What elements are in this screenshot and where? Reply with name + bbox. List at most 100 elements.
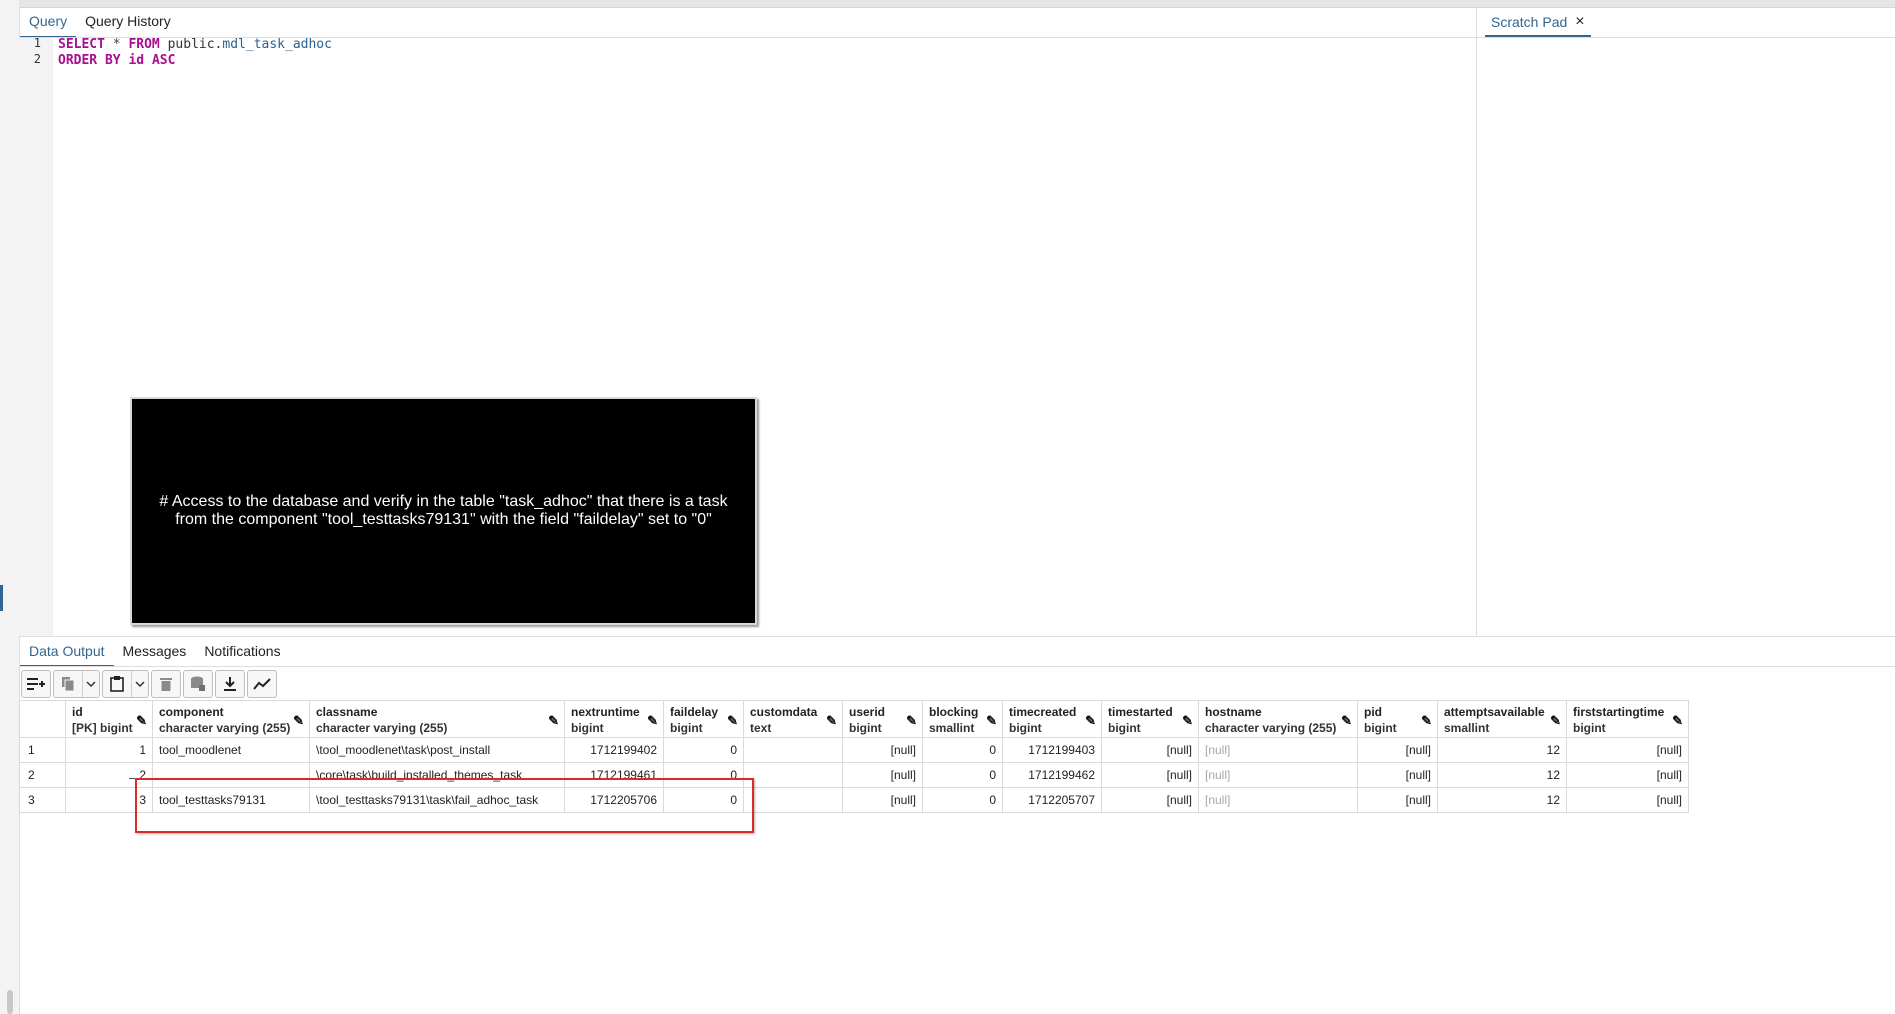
- table-cell[interactable]: [null]: [1198, 762, 1358, 788]
- table-cell[interactable]: [null]: [1357, 762, 1438, 788]
- column-header[interactable]: pid bigint ✎: [1357, 700, 1438, 738]
- table-cell[interactable]: 12: [1437, 787, 1567, 813]
- graph-icon[interactable]: [248, 671, 276, 697]
- table-cell[interactable]: 0: [922, 762, 1003, 788]
- column-header[interactable]: nextruntime bigint ✎: [564, 700, 664, 738]
- copy-group: [53, 670, 100, 698]
- table-cell[interactable]: [null]: [1101, 762, 1199, 788]
- delete-icon[interactable]: [152, 671, 180, 697]
- table-cell[interactable]: 0: [922, 737, 1003, 763]
- column-header[interactable]: timecreated bigint ✎: [1002, 700, 1102, 738]
- paste-group: [102, 670, 149, 698]
- edit-icon[interactable]: ✎: [548, 713, 559, 729]
- paste-icon[interactable]: [103, 671, 131, 697]
- edit-icon[interactable]: ✎: [1421, 713, 1432, 729]
- table-cell[interactable]: [null]: [1566, 737, 1689, 763]
- data-toolbar: [21, 670, 277, 698]
- table-cell[interactable]: [null]: [1198, 737, 1358, 763]
- table-cell[interactable]: [null]: [842, 762, 923, 788]
- column-type: bigint: [1573, 721, 1606, 735]
- table-cell[interactable]: 1712205707: [1002, 787, 1102, 813]
- table-cell[interactable]: [null]: [1357, 787, 1438, 813]
- download-icon[interactable]: [216, 671, 244, 697]
- table-cell[interactable]: [null]: [1198, 787, 1358, 813]
- instruction-text: # Access to the database and verify in t…: [159, 493, 728, 528]
- panel-resize-marker[interactable]: [0, 585, 3, 611]
- edit-icon[interactable]: ✎: [727, 713, 738, 729]
- output-tabs: Data Output Messages Notifications: [20, 637, 290, 667]
- add-row-group: [21, 670, 51, 698]
- scrollbar[interactable]: [7, 990, 13, 1014]
- column-header[interactable]: faildelay bigint ✎: [663, 700, 744, 738]
- chevron-down-icon[interactable]: [132, 671, 148, 697]
- table-row[interactable]: 1 1 tool_moodlenet \tool_moodlenet\task\…: [19, 737, 1689, 763]
- table-cell[interactable]: [null]: [1357, 737, 1438, 763]
- tab-query-history[interactable]: Query History: [76, 8, 180, 38]
- edit-icon[interactable]: ✎: [1182, 713, 1193, 729]
- tab-messages[interactable]: Messages: [114, 637, 196, 667]
- table-cell[interactable]: 12: [1437, 762, 1567, 788]
- column-header[interactable]: firststartingtime bigint ✎: [1566, 700, 1689, 738]
- column-header[interactable]: timestarted bigint ✎: [1101, 700, 1199, 738]
- row-number[interactable]: 2: [19, 762, 66, 788]
- column-header[interactable]: attemptsavailable smallint ✎: [1437, 700, 1567, 738]
- edit-icon[interactable]: ✎: [136, 713, 147, 729]
- column-header[interactable]: hostname character varying (255) ✎: [1198, 700, 1358, 738]
- save-data-icon[interactable]: [184, 671, 212, 697]
- scratch-pad-label: Scratch Pad: [1491, 13, 1568, 30]
- code-line: SELECT * FROM public.mdl_task_adhoc: [58, 37, 332, 52]
- line-number: 2: [33, 52, 41, 66]
- close-icon[interactable]: ×: [1575, 9, 1584, 35]
- table-cell[interactable]: [null]: [1101, 787, 1199, 813]
- table-cell[interactable]: 1712199462: [1002, 762, 1102, 788]
- add-row-icon[interactable]: [22, 671, 50, 697]
- tab-query[interactable]: Query: [20, 8, 77, 38]
- chevron-down-icon[interactable]: [83, 671, 99, 697]
- column-header[interactable]: id [PK] bigint ✎: [65, 700, 153, 738]
- tab-scratch-pad[interactable]: Scratch Pad ×: [1485, 8, 1591, 37]
- table-cell[interactable]: 1712199402: [564, 737, 664, 763]
- sql-keyword: SELECT: [58, 37, 105, 52]
- table-cell[interactable]: [743, 787, 843, 813]
- table-cell[interactable]: 12: [1437, 737, 1567, 763]
- copy-icon[interactable]: [54, 671, 82, 697]
- scratch-pad-textarea[interactable]: [1476, 38, 1895, 636]
- header-row: id [PK] bigint ✎ component character varyin…: [19, 700, 1689, 738]
- table-cell[interactable]: [null]: [1101, 737, 1199, 763]
- table-cell[interactable]: [743, 762, 843, 788]
- table-cell[interactable]: [null]: [842, 787, 923, 813]
- row-number[interactable]: 1: [19, 737, 66, 763]
- table-cell[interactable]: [null]: [1566, 762, 1689, 788]
- tab-notifications[interactable]: Notifications: [195, 637, 289, 667]
- column-header[interactable]: customdata text ✎: [743, 700, 843, 738]
- edit-icon[interactable]: ✎: [293, 713, 304, 729]
- table-cell[interactable]: \tool_moodlenet\task\post_install: [309, 737, 565, 763]
- tab-data-output[interactable]: Data Output: [20, 637, 114, 667]
- table-cell[interactable]: [null]: [1566, 787, 1689, 813]
- column-header[interactable]: blocking smallint ✎: [922, 700, 1003, 738]
- edit-icon[interactable]: ✎: [986, 713, 997, 729]
- column-type: character varying (255): [1205, 721, 1337, 735]
- table-cell[interactable]: 1: [65, 737, 153, 763]
- sql-table-name: mdl_task_adhoc: [222, 37, 332, 52]
- column-header[interactable]: userid bigint ✎: [842, 700, 923, 738]
- row-number[interactable]: 3: [19, 787, 66, 813]
- edit-icon[interactable]: ✎: [1672, 713, 1683, 729]
- column-header[interactable]: component character varying (255) ✎: [152, 700, 310, 738]
- sql-keyword: ORDER: [58, 53, 98, 68]
- edit-icon[interactable]: ✎: [1550, 713, 1561, 729]
- table-cell[interactable]: [743, 737, 843, 763]
- table-cell[interactable]: tool_moodlenet: [152, 737, 310, 763]
- table-cell[interactable]: [null]: [842, 737, 923, 763]
- table-cell[interactable]: 0: [922, 787, 1003, 813]
- table-cell[interactable]: 1712199403: [1002, 737, 1102, 763]
- edit-icon[interactable]: ✎: [906, 713, 917, 729]
- table-cell[interactable]: 0: [663, 737, 744, 763]
- column-header[interactable]: classname character varying (255) ✎: [309, 700, 565, 738]
- edit-icon[interactable]: ✎: [826, 713, 837, 729]
- edit-icon[interactable]: ✎: [647, 713, 658, 729]
- sql-keyword: FROM: [128, 37, 160, 52]
- edit-icon[interactable]: ✎: [1341, 713, 1352, 729]
- edit-icon[interactable]: ✎: [1085, 713, 1096, 729]
- instruction-overlay: # Access to the database and verify in t…: [130, 397, 757, 625]
